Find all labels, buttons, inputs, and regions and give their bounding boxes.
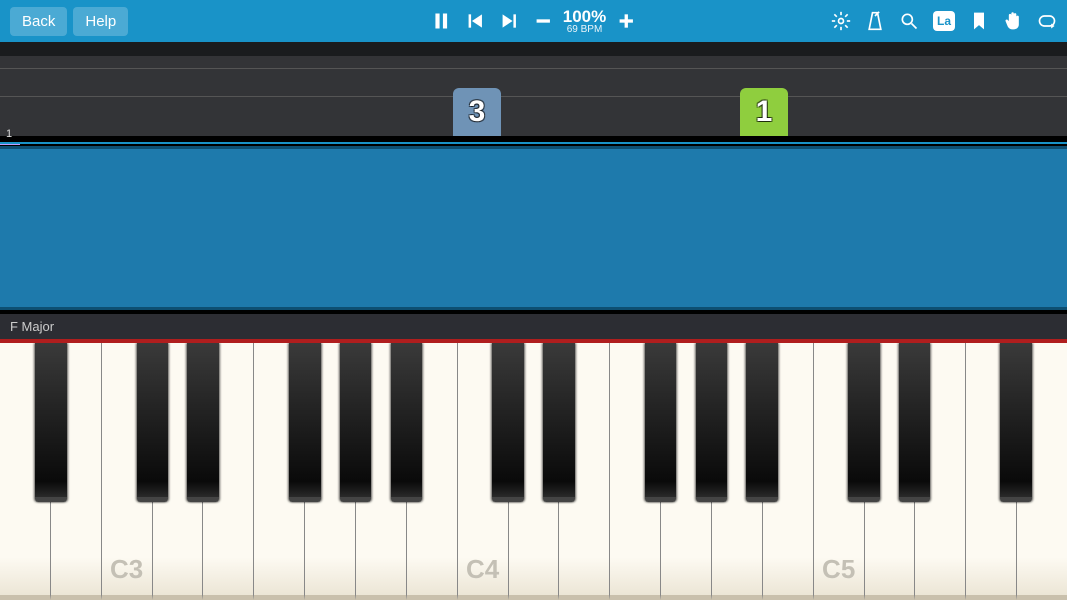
note-label-toggle[interactable]: La	[933, 11, 955, 31]
pause-icon[interactable]	[431, 11, 451, 31]
black-key-A#2[interactable]	[35, 343, 67, 502]
scale-label: F Major	[10, 319, 54, 334]
black-key-G#4[interactable]	[696, 343, 728, 502]
loop-icon[interactable]	[1037, 11, 1057, 31]
key-label: C3	[110, 554, 143, 585]
key-label: C5	[822, 554, 855, 585]
bookmark-icon[interactable]	[969, 11, 989, 31]
back-button[interactable]: Back	[10, 7, 67, 36]
gear-icon[interactable]	[831, 11, 851, 31]
hand-icon[interactable]	[1003, 11, 1023, 31]
hit-line	[0, 339, 1067, 343]
black-key-F#5[interactable]	[1000, 343, 1032, 502]
playhead-line	[0, 142, 1067, 144]
black-key-D#4[interactable]	[543, 343, 575, 502]
black-key-D#5[interactable]	[899, 343, 931, 502]
black-key-D#3[interactable]	[187, 343, 219, 502]
finger-number: 1	[756, 95, 773, 129]
key-label: C4	[466, 554, 499, 585]
black-key-F#3[interactable]	[289, 343, 321, 502]
right-hand-finger-marker: 1	[740, 88, 788, 136]
help-button[interactable]: Help	[73, 7, 128, 36]
minus-icon[interactable]	[533, 11, 553, 31]
time-ruler[interactable]	[0, 42, 1067, 56]
speed-percent: 100%	[563, 8, 606, 25]
piano-keyboard: C3 C4 C5	[0, 343, 1067, 600]
bar-segment	[0, 144, 20, 145]
top-toolbar: Back Help 100% 69 BPM La	[0, 0, 1067, 42]
black-key-A#4[interactable]	[746, 343, 778, 502]
speed-display: 100% 69 BPM	[563, 8, 606, 35]
black-key-A#3[interactable]	[391, 343, 423, 502]
search-icon[interactable]	[899, 11, 919, 31]
plus-icon[interactable]	[616, 11, 636, 31]
black-key-G#3[interactable]	[340, 343, 372, 502]
black-key-C#3[interactable]	[137, 343, 169, 502]
black-key-F#4[interactable]	[645, 343, 677, 502]
left-hand-finger-marker: 3	[453, 88, 501, 136]
finger-number: 3	[469, 95, 486, 129]
skip-back-icon[interactable]	[465, 11, 485, 31]
skip-forward-icon[interactable]	[499, 11, 519, 31]
scale-strip: F Major	[0, 313, 1067, 339]
bar-number: 1	[6, 128, 12, 140]
track-view[interactable]	[0, 56, 1067, 136]
black-key-C#4[interactable]	[492, 343, 524, 502]
metronome-icon[interactable]	[865, 11, 885, 31]
black-key-C#5[interactable]	[848, 343, 880, 502]
speed-bpm: 69 BPM	[563, 25, 606, 35]
falling-notes-panel	[0, 146, 1067, 310]
